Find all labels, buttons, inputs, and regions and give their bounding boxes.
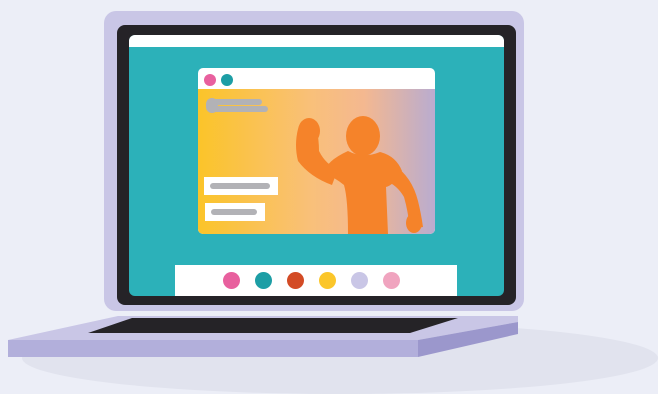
control-teal-button[interactable] — [255, 272, 272, 289]
person-head — [346, 116, 380, 156]
control-pink-button[interactable] — [223, 272, 240, 289]
control-red-button[interactable] — [287, 272, 304, 289]
window-teal-dot-icon[interactable] — [221, 74, 233, 86]
base-front-edge — [8, 340, 418, 357]
name-tag-line-2 — [210, 106, 268, 112]
video-call-window — [198, 68, 435, 234]
person-lower-hand — [406, 213, 422, 233]
keyboard-recess — [88, 318, 458, 333]
person-hand — [298, 118, 320, 144]
name-tag-line-1 — [210, 99, 262, 105]
control-yellow-button[interactable] — [319, 272, 336, 289]
video-feed — [198, 89, 435, 234]
caption-line-1 — [210, 183, 270, 189]
screen-display — [129, 35, 504, 296]
window-pink-dot-icon[interactable] — [204, 74, 216, 86]
laptop-video-call-illustration — [0, 0, 658, 394]
call-controls-bar — [175, 265, 457, 296]
caption-box-2 — [205, 203, 265, 221]
control-lavender-button[interactable] — [351, 272, 368, 289]
caption-line-2 — [211, 209, 257, 215]
control-light-pink-button[interactable] — [383, 272, 400, 289]
screen-top-bar — [129, 35, 504, 47]
caption-box-1 — [204, 177, 278, 195]
person-torso — [324, 151, 402, 234]
